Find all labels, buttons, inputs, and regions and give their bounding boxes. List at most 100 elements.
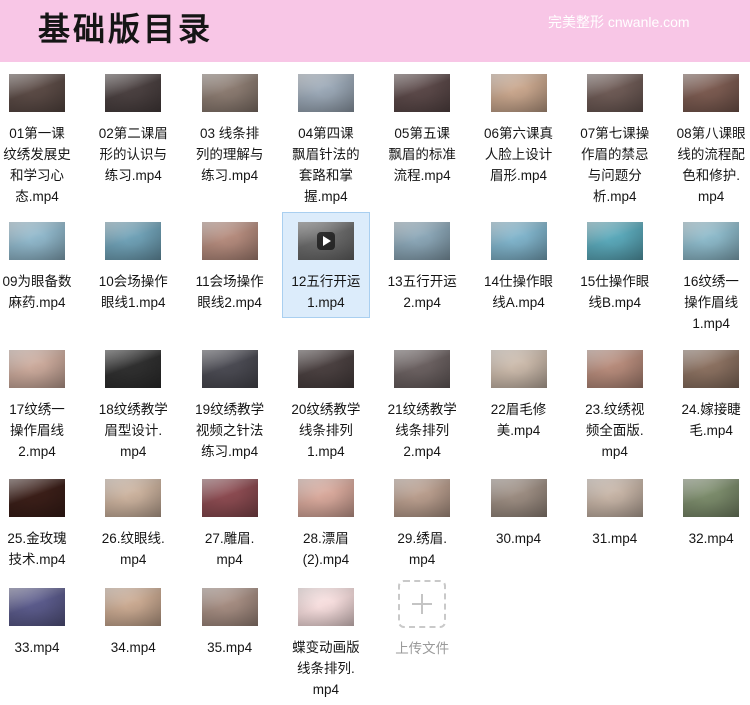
file-name-line: 线条排列. [297,661,355,676]
file-item[interactable]: 29.绣眉. mp4 [385,479,459,570]
file-name-line: 19纹绣教学 [195,402,265,417]
file-name-line: 线B.mp4 [588,295,642,310]
file-item[interactable]: 25.金玫瑰 技术.mp4 [0,479,74,570]
file-name-line: 频全面版. [585,423,644,438]
file-item[interactable]: 27.雕眉. mp4 [193,479,267,570]
file-name-line: 29.绣眉. [397,531,447,546]
file-item[interactable]: 28.漂眉 (2).mp4 [289,479,363,570]
file-item[interactable]: 33.mp4 [0,588,74,658]
file-item[interactable]: 04第四课 飘眉针法的 套路和掌 握.mp4 [289,74,363,207]
file-name-line: 30.mp4 [495,531,542,546]
file-item[interactable]: 01第一课 纹绣发展史 和学习心 态.mp4 [0,74,74,207]
file-name: 03 线条排 列的理解与 练习.mp4 [193,123,267,186]
file-name-line: 作眉的禁忌 [581,147,649,162]
file-name: 12五行开运 1.mp4 [289,271,363,313]
file-name: 35.mp4 [193,637,267,658]
video-thumbnail [201,222,258,260]
file-item[interactable]: 19纹绣教学 视频之针法 练习.mp4 [193,350,267,462]
play-icon [316,232,335,250]
file-item[interactable]: 26.纹眼线. mp4 [96,479,170,570]
file-item[interactable]: 蝶变动画版 线条排列. mp4 [289,588,363,700]
file-name-line: 毛.mp4 [689,423,733,438]
file-name-line: 21纹绣教学 [387,402,457,417]
file-name-line: 31.mp4 [592,531,638,546]
video-thumbnail [201,350,258,388]
video-thumbnail [490,222,547,260]
file-name-line: 列的理解与 [195,147,264,162]
video-thumbnail [586,74,643,112]
video-thumbnail [105,350,162,388]
file-item[interactable]: 16纹绣一 操作眉线 1.mp4 [674,222,748,334]
file-name-line: mp4 [120,444,147,459]
file-name-line: 麻药.mp4 [8,295,66,310]
video-thumbnail [201,588,258,626]
file-name-line: 操作眉线 [10,423,64,438]
file-item[interactable]: 22眉毛修 美.mp4 [482,350,556,441]
video-thumbnail [586,350,643,388]
file-item[interactable]: 02第二课眉 形的认识与 练习.mp4 [96,74,170,186]
file-item[interactable]: 32.mp4 [674,479,748,549]
video-thumbnail [586,479,643,517]
file-item[interactable]: 07第七课操 作眉的禁忌 与问题分 析.mp4 [578,74,652,207]
file-item[interactable]: 08第八课眼 线的流程配 色和修护. mp4 [674,74,748,207]
file-name: 09为眼备数 麻药.mp4 [0,271,74,313]
file-item[interactable]: 23.纹绣视 频全面版. mp4 [578,350,652,462]
file-name: 13五行开运 2.mp4 [385,271,459,313]
file-item[interactable]: 03 线条排 列的理解与 练习.mp4 [193,74,267,186]
file-item[interactable]: 12五行开运 1.mp4 [281,212,370,318]
file-name: 02第二课眉 形的认识与 练习.mp4 [96,123,170,186]
file-item[interactable]: 13五行开运 2.mp4 [385,222,459,313]
video-thumbnail [201,479,258,517]
file-item[interactable]: 20纹绣教学 线条排列 1.mp4 [289,350,363,462]
file-item[interactable]: 35.mp4 [193,588,267,658]
file-name-line: 飘眉针法的 [292,147,360,162]
video-thumbnail [105,588,162,626]
file-name-line: 27.雕眉. [204,531,255,546]
video-thumbnail [9,350,65,388]
file-name-line: 06第六课真 [483,126,554,141]
file-item[interactable]: 06第六课真 人脸上设计 眉形.mp4 [482,74,556,186]
file-name: 01第一课 纹绣发展史 和学习心 态.mp4 [0,123,74,207]
file-name-line: 眉型设计. [104,423,163,438]
file-item[interactable]: 05第五课 飘眉的标准 流程.mp4 [385,74,459,186]
file-name: 31.mp4 [578,528,652,549]
file-name-line: mp4 [312,682,340,697]
file-item[interactable]: 14仕操作眼 线A.mp4 [482,222,556,313]
file-item[interactable]: 31.mp4 [578,479,652,549]
video-thumbnail [490,74,547,112]
file-item[interactable]: 17纹绣一 操作眉线 2.mp4 [0,350,74,462]
file-item[interactable]: 30.mp4 [482,479,556,549]
file-name-line: mp4 [697,189,725,204]
video-thumbnail [201,74,258,112]
file-name-line: 流程.mp4 [393,168,451,183]
file-item[interactable]: 10会场操作 眼线1.mp4 [96,222,170,313]
file-name-line: 1.mp4 [307,295,345,310]
file-name: 25.金玫瑰 技术.mp4 [0,528,74,570]
file-name-line: 眉形.mp4 [489,168,547,183]
file-name: 06第六课真 人脸上设计 眉形.mp4 [482,123,556,186]
file-item[interactable]: 15仕操作眼 线B.mp4 [578,222,652,313]
file-name-line: 25.金玫瑰 [7,531,67,546]
file-name-line: 32.mp4 [688,531,734,546]
video-thumbnail [394,222,451,260]
file-name-line: 练习.mp4 [104,168,162,183]
file-item[interactable]: 24.嫁接睫 毛.mp4 [674,350,748,441]
file-item[interactable]: 21纹绣教学 线条排列 2.mp4 [385,350,459,462]
video-thumbnail [105,479,162,517]
upload-file-button[interactable]: 上传文件 [385,580,459,659]
file-name-line: 24.嫁接睫 [681,402,741,417]
file-name: 21纹绣教学 线条排列 2.mp4 [385,399,459,462]
video-thumbnail [683,479,740,517]
file-item[interactable]: 09为眼备数 麻药.mp4 [0,222,74,313]
file-name-line: 23.纹绣视 [585,402,645,417]
file-item[interactable]: 34.mp4 [96,588,170,658]
file-name-line: 色和修护. [682,168,740,183]
video-thumbnail [586,222,643,260]
file-item[interactable]: 11会场操作 眼线2.mp4 [193,222,267,313]
file-name: 24.嫁接睫 毛.mp4 [674,399,748,441]
file-item[interactable]: 18纹绣教学 眉型设计. mp4 [96,350,170,462]
video-thumbnail [105,74,162,112]
video-thumbnail [9,74,65,112]
file-name-line: 线的流程配 [677,147,745,162]
file-name-line: 09为眼备数 [2,274,72,289]
